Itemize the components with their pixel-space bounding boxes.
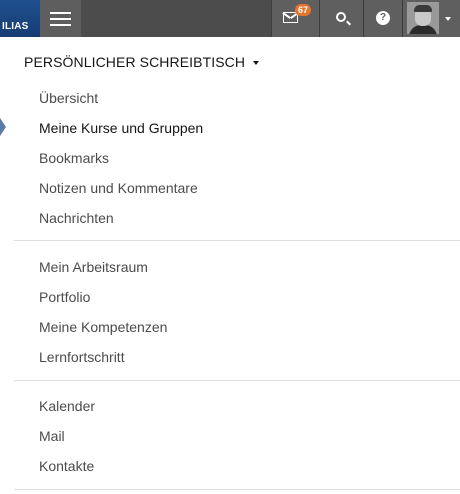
user-menu-button[interactable] xyxy=(402,0,460,37)
mail-count-badge: 67 xyxy=(295,4,311,16)
active-item-indicator xyxy=(0,118,6,136)
menu-item-kompetenzen[interactable]: Meine Kompetenzen xyxy=(39,318,167,336)
menu-item-nachrichten[interactable]: Nachrichten xyxy=(39,209,114,227)
menu-item-arbeitsraum[interactable]: Mein Arbeitsraum xyxy=(39,258,148,276)
menu-divider xyxy=(14,489,460,490)
menu-icon xyxy=(50,12,71,14)
menu-item-bookmarks[interactable]: Bookmarks xyxy=(39,149,109,167)
logo-text: ILIAS xyxy=(2,21,29,32)
chevron-down-icon xyxy=(253,61,260,66)
menu-divider xyxy=(14,240,460,241)
ilias-logo[interactable]: ILIAS xyxy=(0,0,40,37)
chevron-down-icon xyxy=(445,17,451,21)
menu-item-notizen[interactable]: Notizen und Kommentare xyxy=(39,179,198,197)
help-icon: ? xyxy=(376,11,390,25)
help-button[interactable]: ? xyxy=(363,0,402,37)
menu-item-portfolio[interactable]: Portfolio xyxy=(39,288,90,306)
desktop-heading[interactable]: PERSÖNLICHER SCHREIBTISCH xyxy=(24,54,260,70)
mail-button[interactable]: 67 xyxy=(271,0,319,37)
top-bar: ILIAS 67 ? xyxy=(0,0,460,37)
desktop-heading-label: PERSÖNLICHER SCHREIBTISCH xyxy=(24,54,246,70)
menu-item-uebersicht[interactable]: Übersicht xyxy=(39,89,98,107)
menu-item-meine-kurse[interactable]: Meine Kurse und Gruppen xyxy=(39,119,203,137)
menu-item-kalender[interactable]: Kalender xyxy=(39,397,95,415)
menu-item-kontakte[interactable]: Kontakte xyxy=(39,457,94,475)
search-icon xyxy=(336,12,346,22)
menu-button[interactable] xyxy=(40,0,81,37)
menu-item-mail[interactable]: Mail xyxy=(39,427,65,445)
avatar xyxy=(407,2,439,34)
menu-item-lernfortschritt[interactable]: Lernfortschritt xyxy=(39,348,125,366)
search-button[interactable] xyxy=(319,0,363,37)
menu-divider xyxy=(14,380,460,381)
